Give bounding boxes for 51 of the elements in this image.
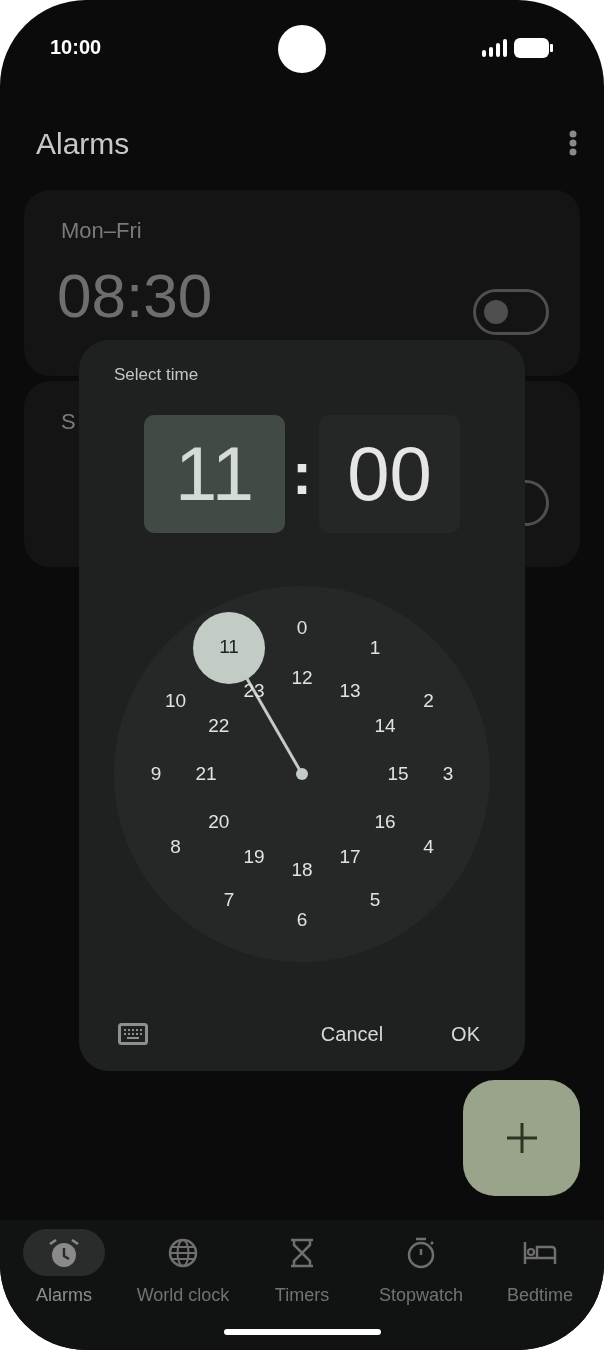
dialog-action-button[interactable]: Cancel bbox=[308, 1012, 396, 1056]
dial-number[interactable]: 12 bbox=[291, 667, 313, 689]
hour-field[interactable]: 11 bbox=[144, 415, 285, 533]
dial-number[interactable]: 6 bbox=[296, 909, 308, 931]
alarm-toggle[interactable] bbox=[473, 289, 549, 335]
nav-tab[interactable]: Stopwatch bbox=[365, 1229, 477, 1306]
minute-field[interactable]: 00 bbox=[319, 415, 460, 533]
camera-cutout bbox=[278, 25, 326, 73]
alarm-days: Mon–Fri bbox=[61, 216, 142, 246]
alarm-days: S bbox=[61, 407, 76, 437]
battery-icon bbox=[514, 38, 554, 58]
nav-tab[interactable]: Bedtime bbox=[484, 1229, 596, 1306]
dial-number[interactable]: 9 bbox=[150, 763, 162, 785]
signal-icon bbox=[482, 39, 508, 57]
dial-number[interactable]: 10 bbox=[165, 690, 187, 712]
status-time: 10:00 bbox=[50, 35, 102, 59]
stopwatch-icon bbox=[406, 1236, 436, 1269]
dial-number[interactable]: 17 bbox=[339, 846, 361, 869]
page-title: Alarms bbox=[36, 125, 130, 162]
plus-icon bbox=[504, 1121, 539, 1155]
globe-icon bbox=[168, 1237, 198, 1268]
dial-number[interactable]: 5 bbox=[369, 889, 381, 912]
dial-number[interactable]: 22 bbox=[208, 715, 230, 737]
dial-number[interactable]: 14 bbox=[374, 715, 396, 737]
nav-tab[interactable]: Timers bbox=[246, 1229, 358, 1306]
alarm-time: 08:30 bbox=[57, 261, 213, 331]
dial-number[interactable]: 0 bbox=[296, 617, 308, 639]
dial-number[interactable]: 19 bbox=[243, 846, 265, 869]
dialog-action-button[interactable]: OK bbox=[439, 1012, 492, 1056]
dial-number[interactable]: 7 bbox=[223, 889, 235, 912]
dial-number[interactable]: 20 bbox=[208, 811, 230, 833]
dial-number[interactable]: 16 bbox=[374, 811, 396, 833]
dial-number[interactable]: 1 bbox=[369, 636, 381, 659]
more-icon[interactable] bbox=[568, 130, 578, 156]
dial-number[interactable]: 4 bbox=[423, 836, 434, 858]
dial-number[interactable]: 2 bbox=[423, 690, 434, 712]
time-separator: : bbox=[292, 439, 312, 509]
add-alarm-button[interactable] bbox=[463, 1080, 580, 1196]
nav-tab[interactable]: World clock bbox=[127, 1229, 239, 1306]
bed-icon bbox=[523, 1239, 557, 1266]
keyboard-icon[interactable] bbox=[118, 1023, 148, 1045]
dial-number[interactable]: 15 bbox=[387, 763, 409, 785]
hourglass-icon bbox=[290, 1237, 314, 1268]
dial-number[interactable]: 8 bbox=[170, 836, 181, 858]
dial-number[interactable]: 18 bbox=[291, 859, 313, 881]
dial-number[interactable]: 21 bbox=[195, 763, 217, 785]
dial-number[interactable]: 11 bbox=[193, 611, 265, 684]
alarm-clock-icon bbox=[48, 1237, 80, 1268]
dial-number[interactable]: 13 bbox=[339, 679, 361, 702]
dial-number[interactable]: 3 bbox=[442, 763, 454, 785]
nav-tab[interactable]: Alarms bbox=[8, 1229, 120, 1306]
